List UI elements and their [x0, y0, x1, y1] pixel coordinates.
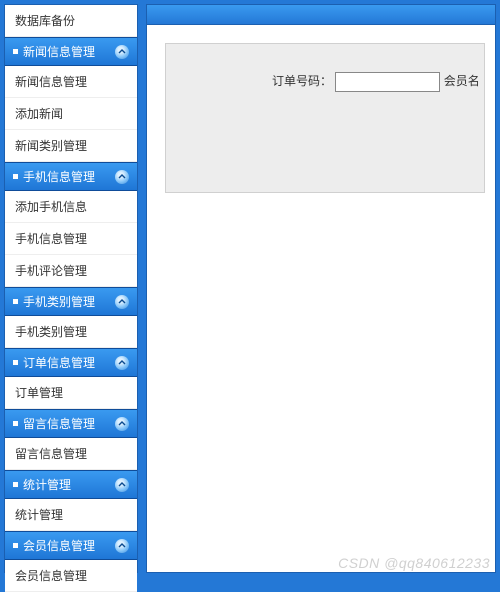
chevron-up-icon[interactable] [115, 170, 129, 184]
sidebar: 数据库备份 新闻信息管理 新闻信息管理 添加新闻 新闻类别管理 手机信息管理 添… [4, 4, 138, 573]
sidebar-section-member[interactable]: 会员信息管理 [5, 531, 137, 560]
chevron-up-icon[interactable] [115, 356, 129, 370]
sidebar-item-add-phone[interactable]: 添加手机信息 [5, 191, 137, 223]
bullet-icon [13, 543, 18, 548]
sidebar-item-add-news[interactable]: 添加新闻 [5, 98, 137, 130]
order-no-input[interactable] [335, 72, 440, 92]
sidebar-section-label: 手机类别管理 [23, 293, 95, 310]
sidebar-item-db-backup[interactable]: 数据库备份 [5, 5, 137, 37]
sidebar-section-label: 订单信息管理 [23, 354, 95, 371]
sidebar-item-phone-comment[interactable]: 手机评论管理 [5, 255, 137, 287]
sidebar-section-news[interactable]: 新闻信息管理 [5, 37, 137, 66]
main-header-bar [147, 5, 495, 25]
sidebar-item-phone-cat-manage[interactable]: 手机类别管理 [5, 316, 137, 348]
sidebar-section-label: 手机信息管理 [23, 168, 95, 185]
sidebar-section-label: 留言信息管理 [23, 415, 95, 432]
sidebar-section-message[interactable]: 留言信息管理 [5, 409, 137, 438]
chevron-up-icon[interactable] [115, 417, 129, 431]
sidebar-section-phone-category[interactable]: 手机类别管理 [5, 287, 137, 316]
sidebar-item-member-manage[interactable]: 会员信息管理 [5, 560, 137, 592]
sidebar-section-stats[interactable]: 统计管理 [5, 470, 137, 499]
order-no-label: 订单号码： [272, 74, 332, 88]
bullet-icon [13, 49, 18, 54]
main-panel: 订单号码： 会员名 [146, 4, 496, 573]
chevron-up-icon[interactable] [115, 539, 129, 553]
splitter[interactable] [138, 4, 146, 573]
search-form-panel: 订单号码： 会员名 [165, 43, 485, 193]
bullet-icon [13, 299, 18, 304]
sidebar-section-order[interactable]: 订单信息管理 [5, 348, 137, 377]
member-name-label: 会员名 [444, 74, 480, 88]
sidebar-item-order-manage[interactable]: 订单管理 [5, 377, 137, 409]
bullet-icon [13, 482, 18, 487]
sidebar-section-label: 统计管理 [23, 476, 71, 493]
sidebar-section-label: 新闻信息管理 [23, 43, 95, 60]
bullet-icon [13, 360, 18, 365]
bullet-icon [13, 174, 18, 179]
chevron-up-icon[interactable] [115, 478, 129, 492]
sidebar-item-news-category[interactable]: 新闻类别管理 [5, 130, 137, 162]
sidebar-section-label: 会员信息管理 [23, 537, 95, 554]
sidebar-item-stats-manage[interactable]: 统计管理 [5, 499, 137, 531]
chevron-up-icon[interactable] [115, 295, 129, 309]
sidebar-item-phone-manage[interactable]: 手机信息管理 [5, 223, 137, 255]
sidebar-item-news-manage[interactable]: 新闻信息管理 [5, 66, 137, 98]
bullet-icon [13, 421, 18, 426]
sidebar-item-message-manage[interactable]: 留言信息管理 [5, 438, 137, 470]
chevron-up-icon[interactable] [115, 45, 129, 59]
sidebar-section-phone-info[interactable]: 手机信息管理 [5, 162, 137, 191]
